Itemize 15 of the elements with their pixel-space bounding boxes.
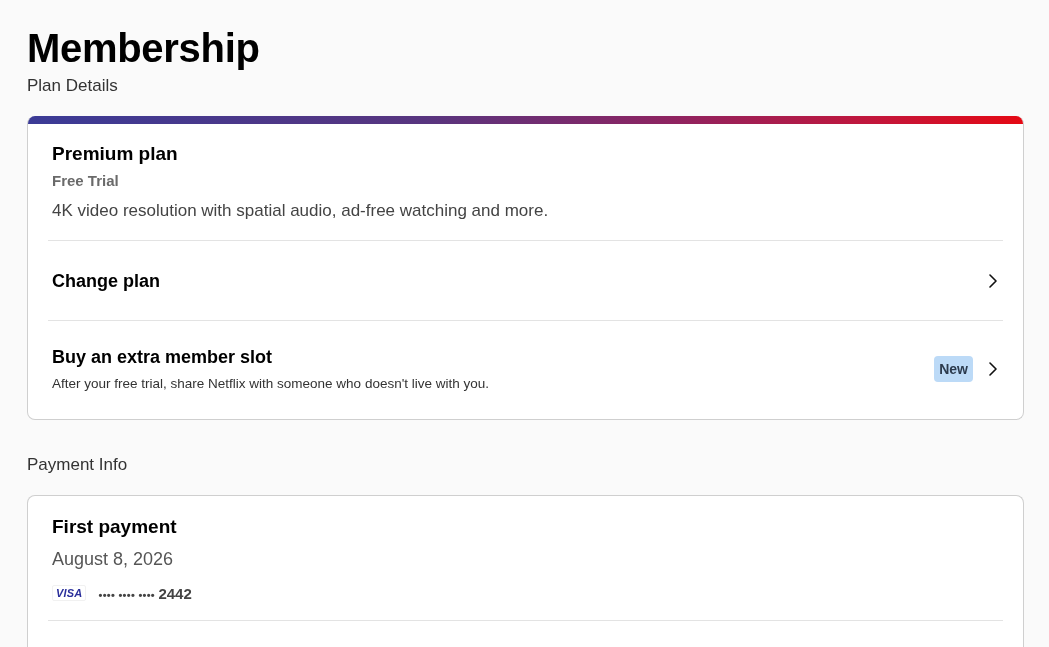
- card-number: •••• •••• •••• 2442: [98, 584, 192, 602]
- section-heading: Plan Details: [27, 75, 118, 97]
- section-heading: Payment Info: [27, 454, 128, 476]
- payment-date: August 8, 2026: [52, 548, 174, 571]
- page-title: Membership: [27, 25, 260, 72]
- card-brand-label: VISA: [52, 585, 87, 601]
- menu-row[interactable]: Change plan: [48, 241, 1003, 320]
- new-badge: New: [934, 356, 973, 382]
- plan-description: 4K video resolution with spatial audio, ad-free watching and more.: [52, 200, 549, 222]
- payment-label: First payment: [52, 515, 177, 539]
- chevron-right-icon: [989, 362, 997, 376]
- menu-row[interactable]: Buy an extra member slot After your free trial, share Netflix with someone who doesn't live with you. New: [48, 321, 1003, 419]
- chevron-right-icon: [989, 273, 997, 288]
- plan-status: Free Trial: [52, 171, 119, 191]
- plan-name: Premium plan: [52, 142, 178, 166]
